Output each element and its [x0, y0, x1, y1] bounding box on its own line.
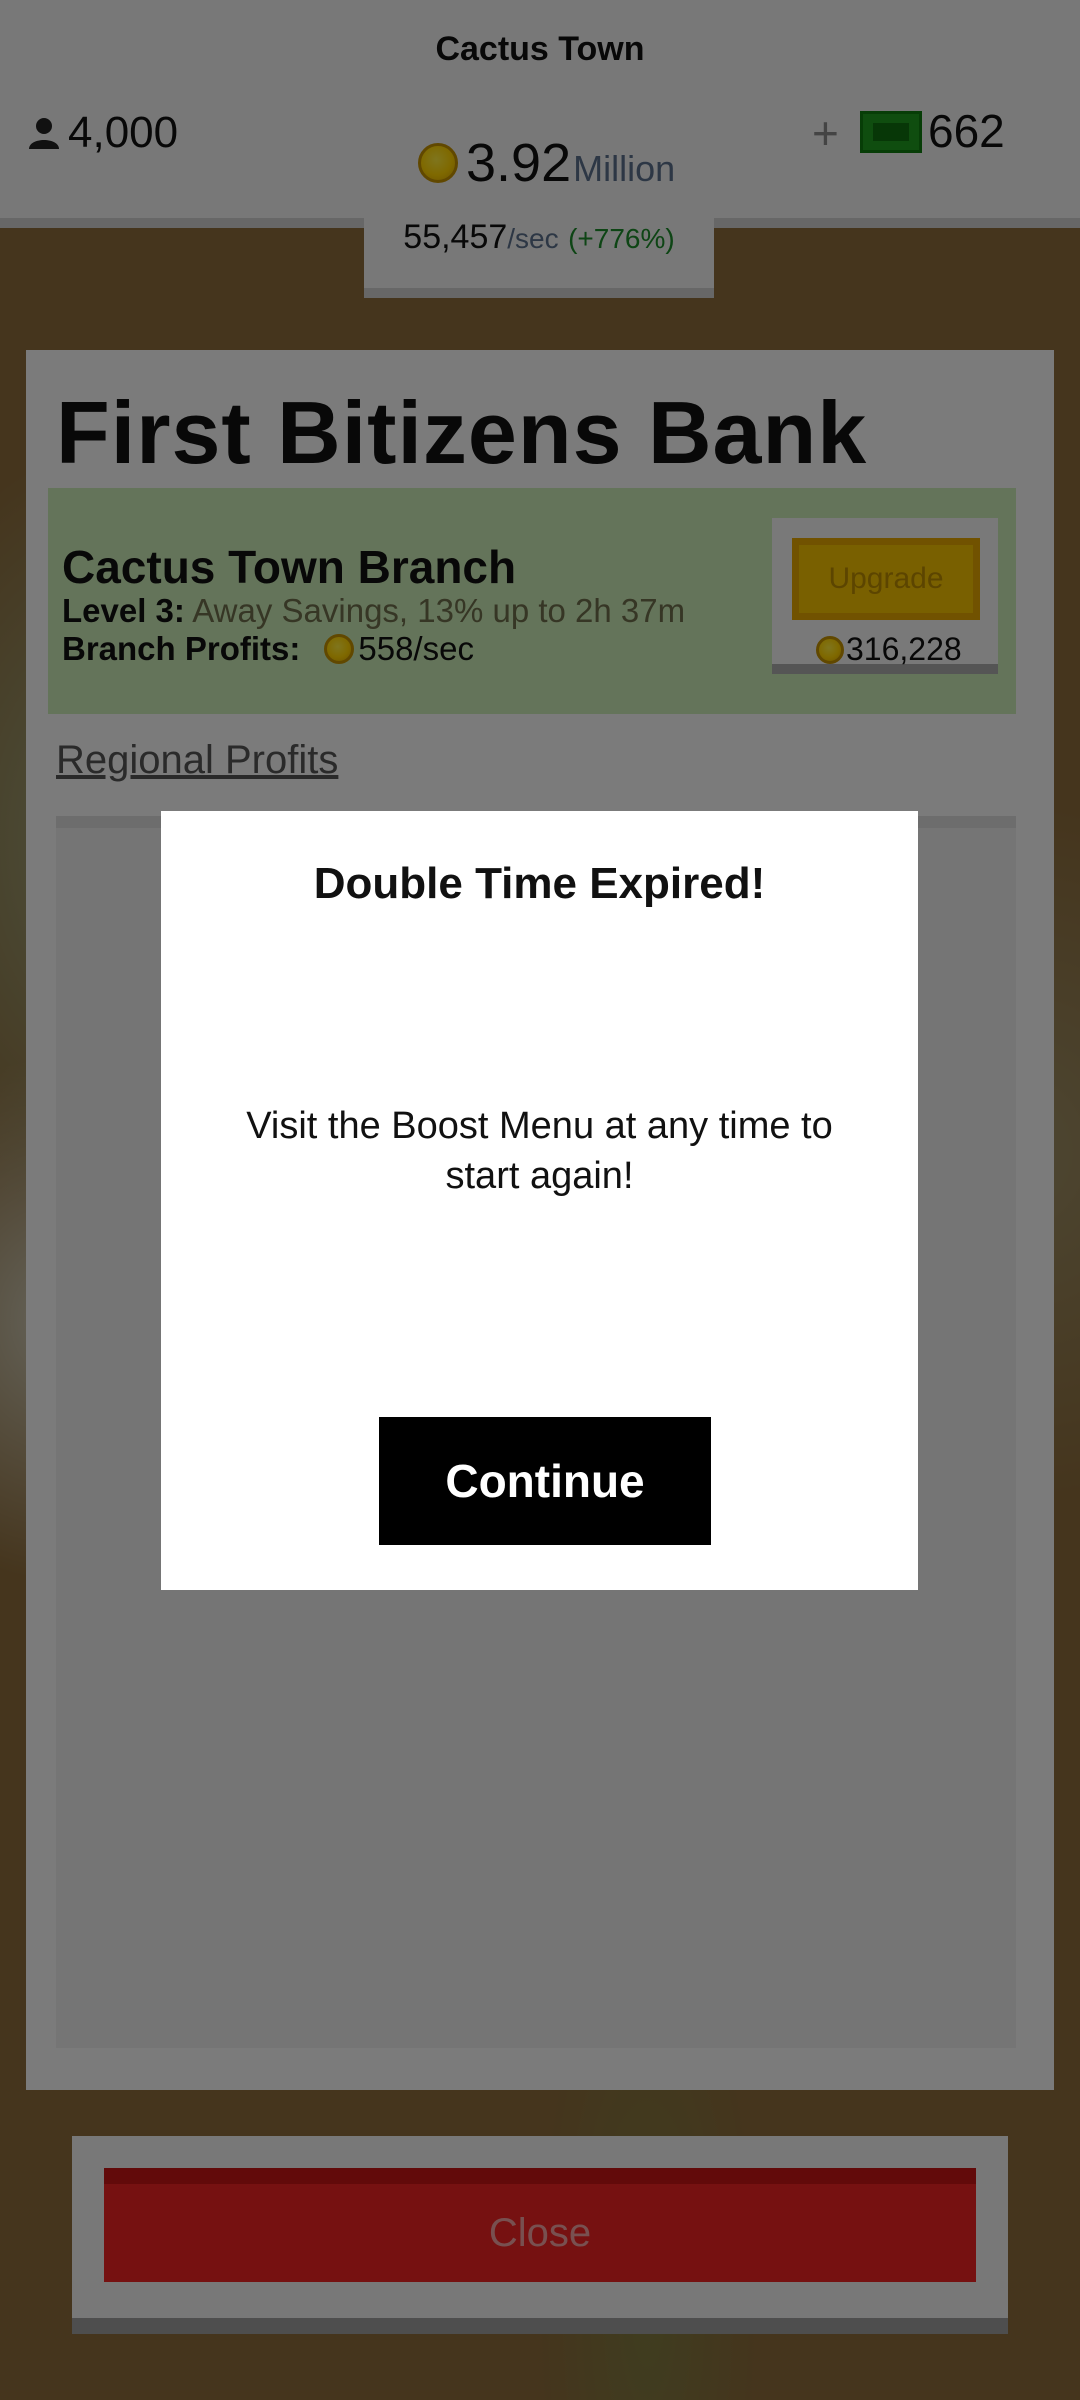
dialog-title: Double Time Expired! — [313, 859, 766, 908]
double-time-dialog: Double Time Expired! Visit the Boost Men… — [161, 811, 918, 1590]
continue-button[interactable]: Continue — [379, 1417, 711, 1545]
dialog-message: Visit the Boost Menu at any time to star… — [246, 1105, 833, 1197]
